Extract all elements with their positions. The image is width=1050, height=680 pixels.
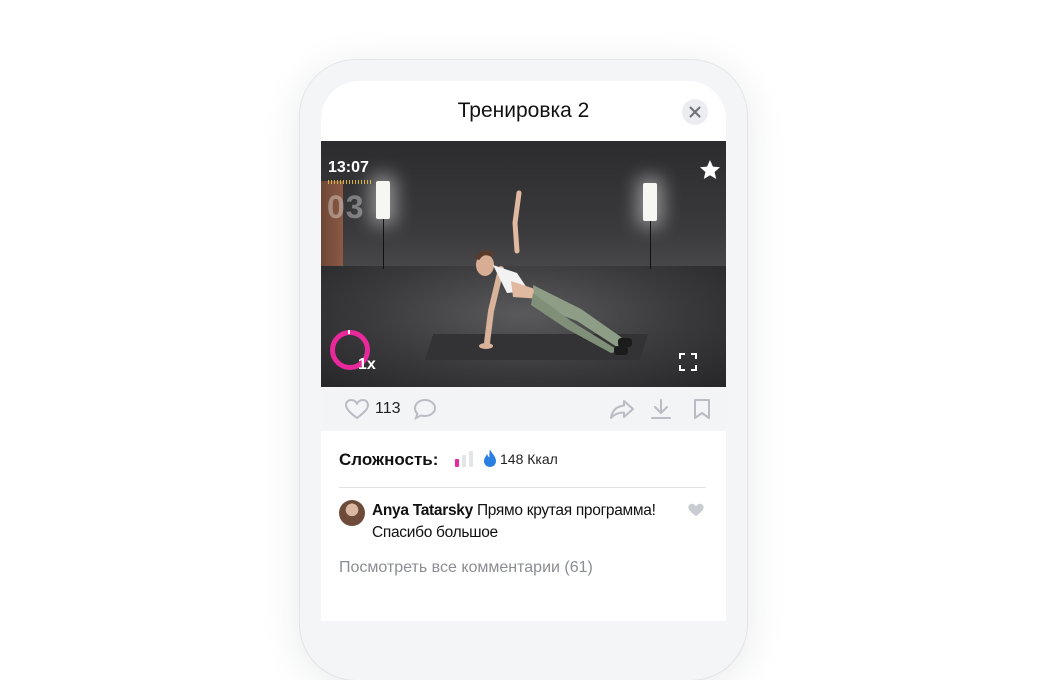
bookmark-icon <box>694 399 710 419</box>
speed-label: 1x <box>358 356 376 373</box>
timer-display: 13:07 <box>328 159 369 176</box>
header: Тренировка 2 <box>321 81 726 141</box>
download-button[interactable] <box>650 398 672 425</box>
progress-indicator <box>328 180 372 184</box>
divider <box>339 487 706 488</box>
trainer-figure <box>474 190 632 355</box>
comment-author[interactable]: Anya Tatarsky <box>372 502 473 519</box>
close-button[interactable] <box>682 99 708 125</box>
action-bar: 113 <box>321 387 726 431</box>
share-button[interactable] <box>609 398 635 425</box>
heart-icon <box>344 398 370 420</box>
comment-text: Anya Tatarsky Прямо крутая программа! Сп… <box>372 500 672 544</box>
fullscreen-icon <box>679 353 697 371</box>
exercise-counter: 03 <box>327 189 365 225</box>
close-icon <box>689 106 701 118</box>
workout-info: Сложность: 148 Ккал <box>339 447 709 471</box>
avatar[interactable] <box>339 500 365 526</box>
comment-button[interactable] <box>413 398 437 425</box>
flame-icon <box>484 449 496 467</box>
view-all-comments-link[interactable]: Посмотреть все комментарии (61) <box>339 559 593 577</box>
comment-icon <box>413 398 437 420</box>
difficulty-label: Сложность: <box>339 450 439 469</box>
page-title: Тренировка 2 <box>457 99 590 122</box>
share-icon <box>610 400 634 419</box>
video-player[interactable]: 13:07 03 1x <box>321 141 726 387</box>
download-icon <box>651 399 671 419</box>
comment-like-button[interactable] <box>687 502 705 523</box>
bookmark-button[interactable] <box>693 398 711 425</box>
star-icon <box>700 160 720 179</box>
calories-value: 148 Ккал <box>500 451 558 467</box>
difficulty-bars-icon <box>455 451 473 467</box>
favorite-button[interactable] <box>698 158 722 187</box>
heart-icon <box>688 503 704 517</box>
like-button[interactable] <box>344 398 370 425</box>
fullscreen-button[interactable] <box>679 353 697 376</box>
workout-screen: Тренировка 2 13:07 03 1x 113 Сложность: … <box>321 81 726 621</box>
like-count: 113 <box>375 400 401 417</box>
